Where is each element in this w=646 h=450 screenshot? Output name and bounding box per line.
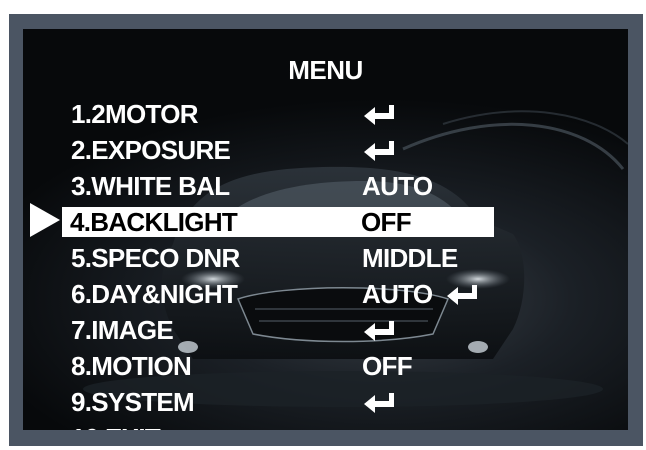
selection-pointer-icon bbox=[30, 203, 60, 237]
menu-item[interactable]: 4.BACKLIGHT OFF bbox=[62, 207, 494, 237]
menu-item-value: MIDDLE bbox=[362, 243, 458, 273]
menu-item-label: 3.WHITE BAL bbox=[71, 171, 230, 201]
menu-item[interactable]: 5.SPECO DNR MIDDLE bbox=[63, 243, 493, 273]
menu-item-label: 9.SYSTEM bbox=[71, 387, 195, 417]
menu-item-label: 4.BACKLIGHT bbox=[70, 207, 238, 237]
enter-arrow-icon bbox=[363, 391, 399, 415]
menu-item[interactable]: 7.IMAGE bbox=[63, 315, 493, 345]
osd-frame: MENU 1.2MOTOR 2.EXPOSURE 3.WHITE BAL AUTO 4.… bbox=[9, 14, 643, 446]
menu-item[interactable]: 8.MOTION OFF bbox=[63, 351, 493, 381]
menu-item-value: OFF bbox=[362, 351, 413, 381]
osd-screen: MENU 1.2MOTOR 2.EXPOSURE 3.WHITE BAL AUTO 4.… bbox=[23, 29, 628, 430]
menu-item-label: 8.MOTION bbox=[71, 351, 192, 381]
menu-item-label: 1.2MOTOR bbox=[71, 99, 199, 129]
menu-title: MENU bbox=[288, 55, 363, 85]
menu-item-value: OFF bbox=[361, 207, 412, 237]
menu-item[interactable]: 2.EXPOSURE bbox=[63, 135, 493, 165]
enter-arrow-icon bbox=[363, 319, 399, 343]
menu-item-label: 10.EXIT bbox=[71, 423, 161, 430]
menu-item-label: 6.DAY&NIGHT bbox=[71, 279, 238, 309]
menu-item-value: AUTO bbox=[362, 171, 433, 201]
menu-item[interactable]: 10.EXIT bbox=[63, 423, 493, 430]
menu-item-label: 5.SPECO DNR bbox=[71, 243, 240, 273]
menu-item-value: AUTO bbox=[362, 279, 433, 309]
menu-item[interactable]: 3.WHITE BAL AUTO bbox=[63, 171, 493, 201]
menu-item[interactable]: 1.2MOTOR bbox=[63, 99, 493, 129]
menu-item[interactable]: 9.SYSTEM bbox=[63, 387, 493, 417]
menu-item-label: 2.EXPOSURE bbox=[71, 135, 231, 165]
enter-arrow-icon bbox=[363, 139, 399, 163]
enter-arrow-icon bbox=[446, 283, 482, 307]
enter-arrow-icon bbox=[363, 103, 399, 127]
menu-item[interactable]: 6.DAY&NIGHT AUTO bbox=[63, 279, 493, 309]
menu-item-label: 7.IMAGE bbox=[71, 315, 174, 345]
